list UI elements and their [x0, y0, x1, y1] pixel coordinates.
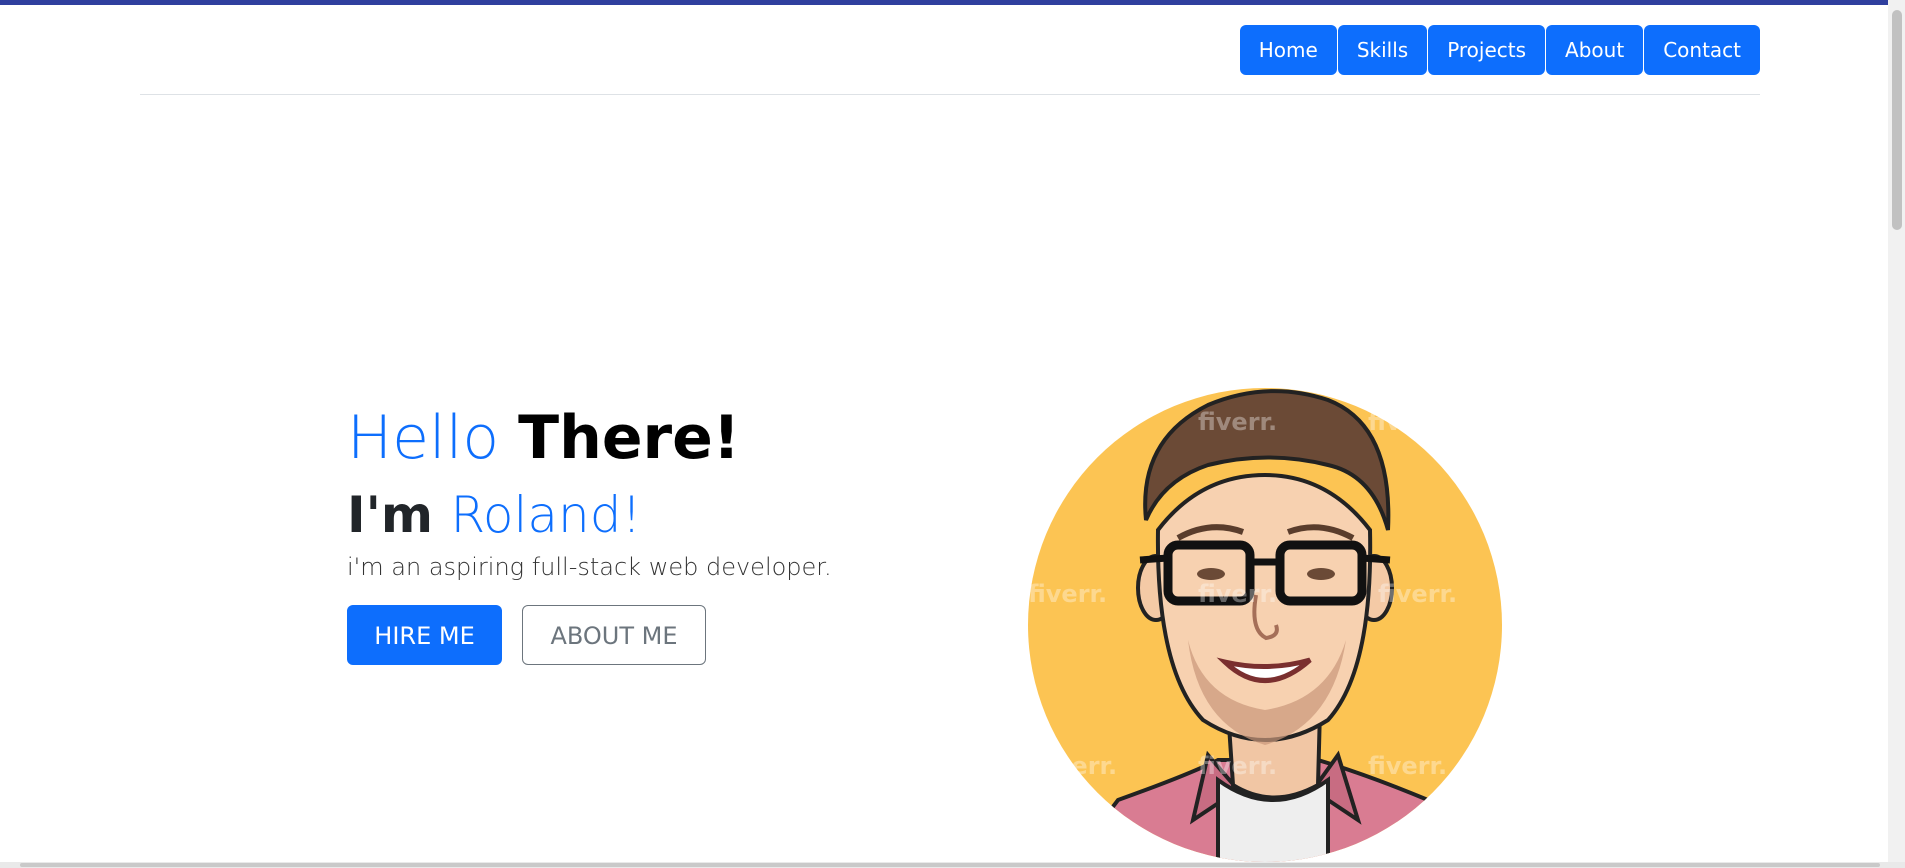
horizontal-scrollbar-thumb[interactable]	[20, 863, 1880, 867]
vertical-scrollbar[interactable]	[1888, 0, 1905, 868]
avatar-watermark-6: fiverr.	[1378, 580, 1457, 608]
avatar-watermark-7: fiverr.	[1038, 752, 1117, 780]
nav-contact-button[interactable]: Contact	[1644, 25, 1760, 75]
about-me-button[interactable]: ABOUT ME	[522, 605, 706, 665]
hero-name-heading: I'm Roland!	[347, 484, 642, 546]
hero-im-text: I'm	[347, 486, 434, 544]
avatar-watermark-5: fiverr.	[1198, 580, 1277, 608]
navbar: Home Skills Projects About Contact	[140, 25, 1760, 95]
vertical-scrollbar-thumb[interactable]	[1892, 10, 1902, 230]
avatar-watermark-8: fiverr.	[1198, 752, 1277, 780]
hero-heading: Hello There!	[347, 400, 740, 476]
avatar-watermark-2: fiverr.	[1198, 408, 1277, 436]
avatar-watermark-1: fiverr.	[1038, 408, 1117, 436]
avatar-illustration: fiverr. fiverr. fiverr. fiverr. fiverr. …	[1028, 388, 1502, 862]
avatar-watermark-9: fiverr.	[1368, 752, 1447, 780]
horizontal-scrollbar[interactable]	[0, 862, 1905, 868]
hero-section: Hello There! I'm Roland! i'm an aspiring…	[0, 95, 1905, 862]
avatar-watermark-4: fiverr.	[1028, 580, 1107, 608]
nav-home-button[interactable]: Home	[1239, 25, 1337, 75]
hero-hello-text: Hello	[347, 403, 500, 473]
hero-there-text: There!	[518, 403, 741, 473]
avatar-watermark-3: fiverr.	[1368, 408, 1447, 436]
nav-list: Home Skills Projects About Contact	[1239, 25, 1760, 75]
nav-skills-button[interactable]: Skills	[1337, 25, 1428, 75]
nav-projects-button[interactable]: Projects	[1428, 25, 1546, 75]
nav-about-button[interactable]: About	[1546, 25, 1644, 75]
hero-name-text: Roland!	[450, 486, 642, 544]
top-accent-bar	[0, 0, 1905, 5]
hero-tagline: i'm an aspiring full-stack web developer…	[347, 553, 832, 581]
hire-me-button[interactable]: HIRE ME	[347, 605, 502, 665]
